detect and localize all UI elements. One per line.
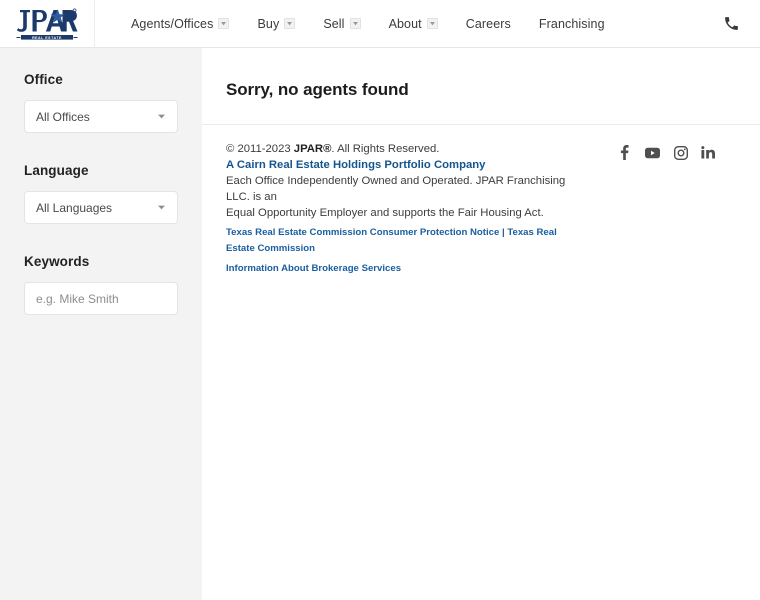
logo-link[interactable]: REAL ESTATE xyxy=(0,0,95,48)
disclaimer-line-2: Equal Opportunity Employer and supports … xyxy=(226,207,544,219)
footer-text-block: © 2011-2023 JPAR®. All Rights Reserved. … xyxy=(226,141,586,277)
chevron-down-icon[interactable] xyxy=(426,18,438,29)
nav-item-buy[interactable]: Buy xyxy=(243,17,309,31)
nav-item-sell[interactable]: Sell xyxy=(309,17,374,31)
youtube-icon[interactable] xyxy=(645,145,660,160)
copyright-brand: JPAR® xyxy=(293,143,332,155)
nav-item-agents-offices[interactable]: Agents/Offices xyxy=(117,17,243,31)
keywords-input-placeholder: e.g. Mike Smith xyxy=(36,291,119,306)
social-links xyxy=(617,141,736,160)
nav-item-careers[interactable]: Careers xyxy=(452,17,525,31)
nav-label: Careers xyxy=(465,16,511,31)
keywords-filter-label: Keywords xyxy=(24,254,90,269)
site-footer: © 2011-2023 JPAR®. All Rights Reserved. … xyxy=(226,141,736,277)
copyright-prefix: © 2011-2023 xyxy=(226,143,294,155)
main-navigation: Agents/Offices Buy Sell About Careers Fr… xyxy=(117,17,619,31)
chevron-down-icon[interactable] xyxy=(284,18,296,29)
phone-icon xyxy=(724,17,738,30)
portfolio-company-link[interactable]: A Cairn Real Estate Holdings Portfolio C… xyxy=(226,157,586,173)
nav-label: Buy xyxy=(257,16,280,31)
svg-text:REAL ESTATE: REAL ESTATE xyxy=(32,35,62,39)
nav-item-franchising[interactable]: Franchising xyxy=(525,17,619,31)
chevron-down-icon[interactable] xyxy=(349,18,361,29)
filter-group-language: Language All Languages xyxy=(24,163,178,224)
copyright-suffix: . All Rights Reserved. xyxy=(331,143,440,155)
filter-group-office: Office All Offices xyxy=(24,72,178,133)
chevron-down-icon xyxy=(157,203,166,212)
nav-label: Agents/Offices xyxy=(131,16,214,31)
content-divider xyxy=(202,124,760,125)
language-filter-label: Language xyxy=(24,163,89,178)
facebook-icon[interactable] xyxy=(617,145,632,160)
copyright-line: © 2011-2023 JPAR®. All Rights Reserved. xyxy=(226,141,586,157)
trec-brokerage-services-link[interactable]: Information About Brokerage Services xyxy=(226,261,586,277)
keywords-input-wrapper[interactable]: e.g. Mike Smith xyxy=(24,282,178,315)
instagram-icon[interactable] xyxy=(673,145,688,160)
main-content: Sorry, no agents found © 2011-2023 JPAR®… xyxy=(202,48,760,600)
filter-sidebar: Office All Offices Language All Language… xyxy=(0,48,202,600)
office-select[interactable]: All Offices xyxy=(24,100,178,133)
jpar-logo: REAL ESTATE xyxy=(16,8,78,39)
nav-label: Sell xyxy=(323,16,345,31)
office-select-value: All Offices xyxy=(36,109,90,124)
chevron-down-icon[interactable] xyxy=(218,18,230,29)
site-header: REAL ESTATE Agents/Offices Buy Sell Abou… xyxy=(0,0,760,48)
disclaimer-line-1: Each Office Independently Owned and Oper… xyxy=(226,175,566,203)
chevron-down-icon xyxy=(157,112,166,121)
phone-button[interactable] xyxy=(718,11,744,37)
office-filter-label: Office xyxy=(24,72,63,87)
trec-consumer-protection-link[interactable]: Texas Real Estate Commission Consumer Pr… xyxy=(226,225,586,257)
linkedin-icon[interactable] xyxy=(701,145,716,160)
page-layout: Office All Offices Language All Language… xyxy=(0,48,760,600)
nav-label: About xyxy=(388,16,422,31)
filter-group-keywords: Keywords e.g. Mike Smith xyxy=(24,254,178,315)
language-select[interactable]: All Languages xyxy=(24,191,178,224)
nav-item-about[interactable]: About xyxy=(375,17,452,31)
language-select-value: All Languages xyxy=(36,200,113,215)
page-title: Sorry, no agents found xyxy=(226,80,409,99)
nav-label: Franchising xyxy=(538,16,605,31)
